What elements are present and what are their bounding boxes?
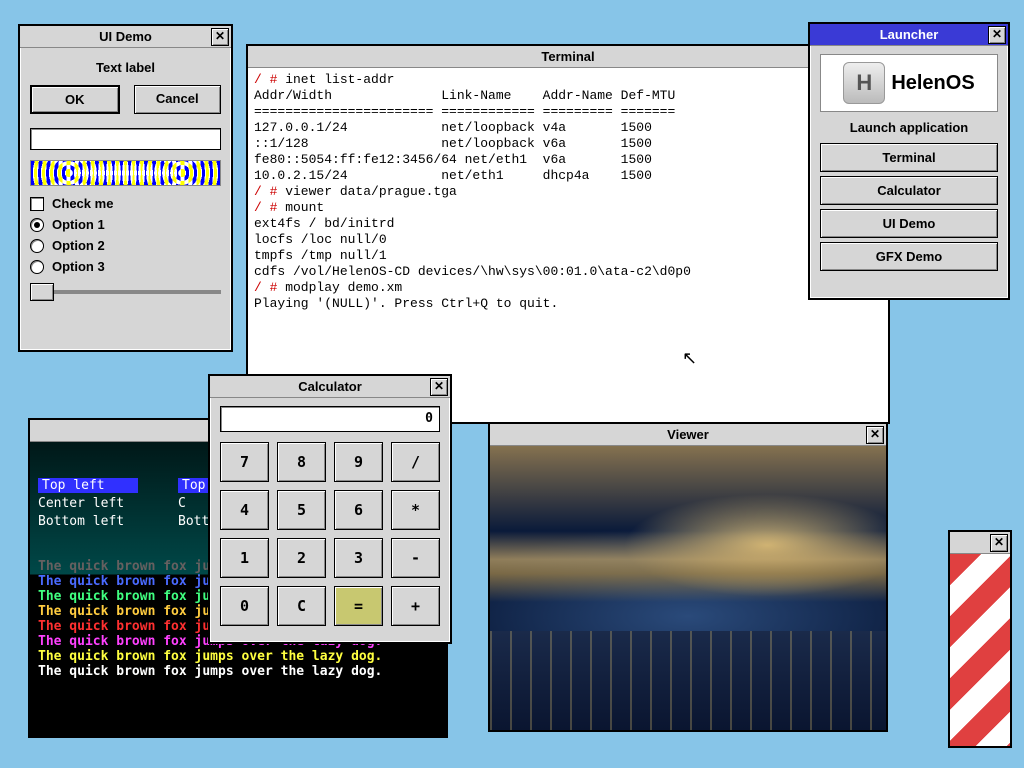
slider[interactable] bbox=[30, 290, 221, 294]
launcher-title: Launcher bbox=[880, 27, 939, 42]
gfx-pos-label: Center left bbox=[38, 496, 138, 511]
calc-key-7[interactable]: 7 bbox=[220, 442, 269, 482]
calculator-titlebar[interactable]: Calculator ✕ bbox=[210, 376, 450, 398]
launcher-logo: H HelenOS bbox=[820, 54, 998, 112]
calculator-window: Calculator ✕ 0 789/456*123-0C=+ bbox=[208, 374, 452, 644]
slider-thumb[interactable] bbox=[30, 283, 54, 301]
viewer-title: Viewer bbox=[667, 427, 709, 442]
launch-ui-demo-button[interactable]: UI Demo bbox=[820, 209, 998, 238]
calc-key-=[interactable]: = bbox=[334, 586, 383, 626]
close-icon[interactable]: ✕ bbox=[430, 378, 448, 396]
stripe-pattern bbox=[950, 554, 1010, 746]
viewer-image bbox=[490, 446, 886, 730]
radio-option-2[interactable] bbox=[30, 239, 44, 253]
viewer-window: Viewer ✕ bbox=[488, 422, 888, 732]
helenos-logo-icon: H bbox=[843, 62, 885, 104]
gfx-pos-label: Top bbox=[178, 478, 209, 493]
calc-key--[interactable]: - bbox=[391, 538, 440, 578]
checkbox[interactable] bbox=[30, 197, 44, 211]
uidemo-titlebar[interactable]: UI Demo ✕ bbox=[20, 26, 231, 48]
close-icon[interactable]: ✕ bbox=[990, 534, 1008, 552]
cancel-button[interactable]: Cancel bbox=[134, 85, 222, 114]
gfx-text-line: The quick brown fox jumps over the lazy … bbox=[38, 664, 438, 679]
terminal-title: Terminal bbox=[541, 49, 594, 64]
radio-label: Option 1 bbox=[52, 217, 105, 232]
viewer-titlebar[interactable]: Viewer ✕ bbox=[490, 424, 886, 446]
calc-key-*[interactable]: * bbox=[391, 490, 440, 530]
gfx-pos-label: C bbox=[178, 496, 186, 511]
launch-terminal-button[interactable]: Terminal bbox=[820, 143, 998, 172]
calc-key-6[interactable]: 6 bbox=[334, 490, 383, 530]
calc-key-0[interactable]: 0 bbox=[220, 586, 269, 626]
terminal-output: / # inet list-addr Addr/Width Link-Name … bbox=[248, 68, 888, 316]
terminal-titlebar[interactable]: Terminal bbox=[248, 46, 888, 68]
calc-key-3[interactable]: 3 bbox=[334, 538, 383, 578]
text-input[interactable] bbox=[30, 128, 221, 150]
stripe-window: ✕ bbox=[948, 530, 1012, 748]
decorative-image bbox=[30, 160, 221, 186]
radio-label: Option 3 bbox=[52, 259, 105, 274]
launch-calculator-button[interactable]: Calculator bbox=[820, 176, 998, 205]
stripe-titlebar[interactable]: ✕ bbox=[950, 532, 1010, 554]
calc-key-4[interactable]: 4 bbox=[220, 490, 269, 530]
text-label: Text label bbox=[30, 60, 221, 75]
close-icon[interactable]: ✕ bbox=[211, 28, 229, 46]
calc-key-C[interactable]: C bbox=[277, 586, 326, 626]
gfx-pos-label: Bottom left bbox=[38, 514, 138, 529]
calc-key-9[interactable]: 9 bbox=[334, 442, 383, 482]
gfx-text-line: The quick brown fox jumps over the lazy … bbox=[38, 649, 438, 664]
uidemo-window: UI Demo ✕ Text label OK Cancel Check me … bbox=[18, 24, 233, 352]
checkbox-label: Check me bbox=[52, 196, 113, 211]
calc-key-+[interactable]: + bbox=[391, 586, 440, 626]
calc-key-8[interactable]: 8 bbox=[277, 442, 326, 482]
calc-display: 0 bbox=[220, 406, 440, 432]
uidemo-title: UI Demo bbox=[99, 29, 152, 44]
helenos-logo-text: HelenOS bbox=[891, 72, 974, 95]
launcher-window: Launcher ✕ H HelenOS Launch application … bbox=[808, 22, 1010, 300]
radio-option-3[interactable] bbox=[30, 260, 44, 274]
radio-option-1[interactable] bbox=[30, 218, 44, 232]
close-icon[interactable]: ✕ bbox=[866, 426, 884, 444]
close-icon[interactable]: ✕ bbox=[988, 26, 1006, 44]
radio-label: Option 2 bbox=[52, 238, 105, 253]
launcher-titlebar[interactable]: Launcher ✕ bbox=[810, 24, 1008, 46]
gfx-pos-label: Top left bbox=[38, 478, 138, 493]
calc-key-2[interactable]: 2 bbox=[277, 538, 326, 578]
ok-button[interactable]: OK bbox=[30, 85, 120, 114]
calc-key-/[interactable]: / bbox=[391, 442, 440, 482]
launcher-subtitle: Launch application bbox=[820, 120, 998, 135]
calc-key-5[interactable]: 5 bbox=[277, 490, 326, 530]
terminal-window: Terminal / # inet list-addr Addr/Width L… bbox=[246, 44, 890, 424]
calculator-title: Calculator bbox=[298, 379, 362, 394]
launch-gfx-demo-button[interactable]: GFX Demo bbox=[820, 242, 998, 271]
calc-key-1[interactable]: 1 bbox=[220, 538, 269, 578]
